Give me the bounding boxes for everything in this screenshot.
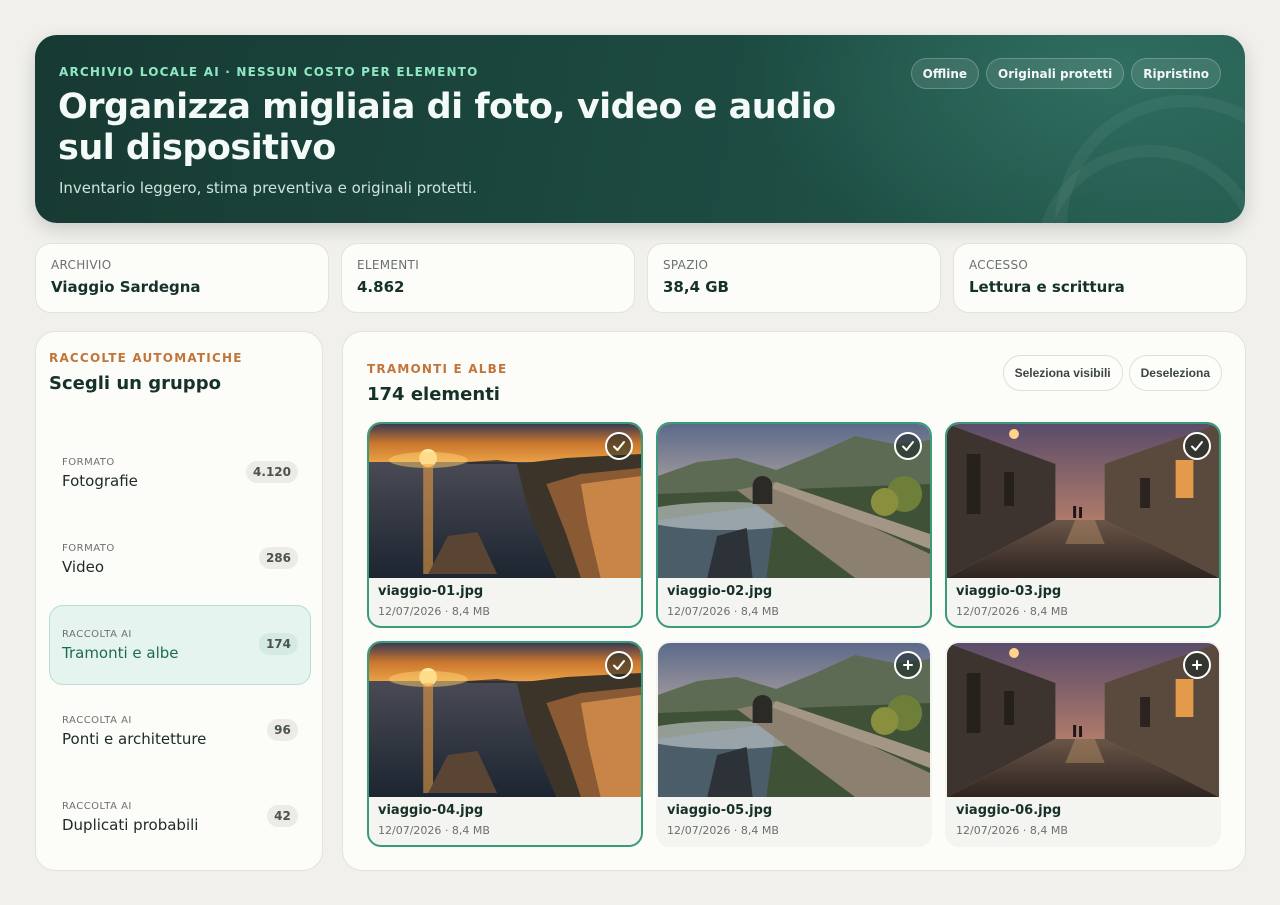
file-name: viaggio-05.jpg bbox=[667, 803, 773, 818]
media-tile[interactable]: viaggio-06.jpg 12/07/2026 · 8,4 MB bbox=[945, 641, 1221, 847]
badge-offline: Offline bbox=[910, 58, 980, 89]
photo-thumbnail bbox=[369, 424, 641, 578]
checkmark-icon-toggle[interactable] bbox=[894, 432, 922, 460]
checkmark-icon-toggle[interactable] bbox=[605, 432, 633, 460]
group-label: Fotografie bbox=[62, 472, 138, 490]
checkmark-icon bbox=[902, 441, 914, 451]
group-kicker: RACCOLTA AI bbox=[62, 629, 132, 640]
file-meta: 12/07/2026 · 8,4 MB bbox=[667, 824, 779, 837]
stat-card-access: ACCESSO Lettura e scrittura bbox=[953, 243, 1247, 313]
group-item-video[interactable]: FORMATO Video 286 bbox=[49, 519, 311, 599]
group-count-badge: 286 bbox=[258, 547, 298, 569]
group-label: Video bbox=[62, 558, 105, 576]
stat-card-space: SPAZIO 38,4 GB bbox=[647, 243, 941, 313]
group-count-badge: 42 bbox=[267, 805, 298, 827]
checkmark-icon bbox=[613, 660, 625, 670]
hero-banner: ARCHIVIO LOCALE AI · NESSUN COSTO PER EL… bbox=[35, 35, 1245, 223]
file-meta: 12/07/2026 · 8,4 MB bbox=[378, 605, 490, 618]
photo-thumbnail bbox=[658, 424, 930, 578]
group-kicker: FORMATO bbox=[62, 457, 115, 468]
checkmark-icon-toggle[interactable] bbox=[1183, 432, 1211, 460]
stat-card-items: ELEMENTI 4.862 bbox=[341, 243, 635, 313]
file-meta: 12/07/2026 · 8,4 MB bbox=[667, 605, 779, 618]
stat-card-archive: ARCHIVIO Viaggio Sardegna bbox=[35, 243, 329, 313]
plus-icon bbox=[903, 660, 913, 670]
select-visible-button[interactable]: Seleziona visibili bbox=[1002, 355, 1123, 391]
group-count-badge: 96 bbox=[267, 719, 298, 741]
checkmark-icon bbox=[1191, 441, 1203, 451]
stat-label: ELEMENTI bbox=[357, 258, 420, 272]
deselect-button[interactable]: Deseleziona bbox=[1128, 355, 1222, 391]
group-item-bridges[interactable]: RACCOLTA AI Ponti e architetture 96 bbox=[49, 691, 311, 771]
stat-label: ACCESSO bbox=[969, 258, 1029, 272]
plus-icon-toggle[interactable] bbox=[894, 651, 922, 679]
group-kicker: RACCOLTA AI bbox=[62, 715, 132, 726]
group-item-photos[interactable]: FORMATO Fotografie 4.120 bbox=[49, 433, 311, 513]
file-meta: 12/07/2026 · 8,4 MB bbox=[378, 824, 490, 837]
file-name: viaggio-03.jpg bbox=[956, 584, 1062, 599]
badge-restore: Ripristino bbox=[1131, 58, 1221, 89]
group-count-badge: 4.120 bbox=[246, 461, 298, 483]
sidebar-title: Scegli un gruppo bbox=[49, 373, 221, 394]
file-name: viaggio-06.jpg bbox=[956, 803, 1062, 818]
sidebar-eyebrow: RACCOLTE AUTOMATICHE bbox=[49, 351, 243, 365]
hero-badges: Offline Originali protetti Ripristino bbox=[910, 58, 1221, 89]
hero-subtitle: Inventario leggero, stima preventiva e o… bbox=[59, 179, 477, 197]
stat-label: ARCHIVIO bbox=[51, 258, 112, 272]
file-name: viaggio-01.jpg bbox=[378, 584, 484, 599]
photo-thumbnail bbox=[947, 643, 1219, 797]
page-title: Organizza migliaia di foto, video e audi… bbox=[58, 87, 836, 168]
stat-value: Lettura e scrittura bbox=[969, 278, 1125, 296]
photo-thumbnail bbox=[369, 643, 641, 797]
gallery-eyebrow: TRAMONTI E ALBE bbox=[367, 362, 508, 376]
media-tile[interactable]: viaggio-05.jpg 12/07/2026 · 8,4 MB bbox=[656, 641, 932, 847]
collections-sidebar: RACCOLTE AUTOMATICHE Scegli un gruppo FO… bbox=[35, 331, 323, 871]
gallery-title: 174 elementi bbox=[367, 384, 500, 405]
photo-thumbnail bbox=[947, 424, 1219, 578]
file-name: viaggio-04.jpg bbox=[378, 803, 484, 818]
stat-value: Viaggio Sardegna bbox=[51, 278, 201, 296]
checkmark-icon bbox=[613, 441, 625, 451]
group-label: Ponti e architetture bbox=[62, 730, 207, 748]
file-meta: 12/07/2026 · 8,4 MB bbox=[956, 824, 1068, 837]
media-tile[interactable]: viaggio-03.jpg 12/07/2026 · 8,4 MB bbox=[945, 422, 1221, 628]
group-kicker: RACCOLTA AI bbox=[62, 801, 132, 812]
media-tile[interactable]: viaggio-01.jpg 12/07/2026 · 8,4 MB bbox=[367, 422, 643, 628]
group-item-sunsets[interactable]: RACCOLTA AI Tramonti e albe 174 bbox=[49, 605, 311, 685]
stat-label: SPAZIO bbox=[663, 258, 709, 272]
gallery-actions: Seleziona visibili Deseleziona bbox=[1002, 355, 1222, 391]
file-meta: 12/07/2026 · 8,4 MB bbox=[956, 605, 1068, 618]
group-count-badge: 174 bbox=[258, 633, 298, 655]
media-tile[interactable]: viaggio-04.jpg 12/07/2026 · 8,4 MB bbox=[367, 641, 643, 847]
stat-value: 4.862 bbox=[357, 278, 405, 296]
media-tile[interactable]: viaggio-02.jpg 12/07/2026 · 8,4 MB bbox=[656, 422, 932, 628]
photo-thumbnail bbox=[658, 643, 930, 797]
group-kicker: FORMATO bbox=[62, 543, 115, 554]
group-item-duplicates[interactable]: RACCOLTA AI Duplicati probabili 42 bbox=[49, 777, 311, 857]
group-label: Duplicati probabili bbox=[62, 816, 199, 834]
plus-icon-toggle[interactable] bbox=[1183, 651, 1211, 679]
plus-icon bbox=[1192, 660, 1202, 670]
hero-eyebrow: ARCHIVIO LOCALE AI · NESSUN COSTO PER EL… bbox=[59, 65, 479, 79]
file-name: viaggio-02.jpg bbox=[667, 584, 773, 599]
stat-value: 38,4 GB bbox=[663, 278, 729, 296]
checkmark-icon-toggle[interactable] bbox=[605, 651, 633, 679]
badge-originals-protected: Originali protetti bbox=[986, 58, 1125, 89]
gallery-panel: TRAMONTI E ALBE 174 elementi Seleziona v… bbox=[342, 331, 1246, 871]
group-label: Tramonti e albe bbox=[62, 644, 179, 662]
